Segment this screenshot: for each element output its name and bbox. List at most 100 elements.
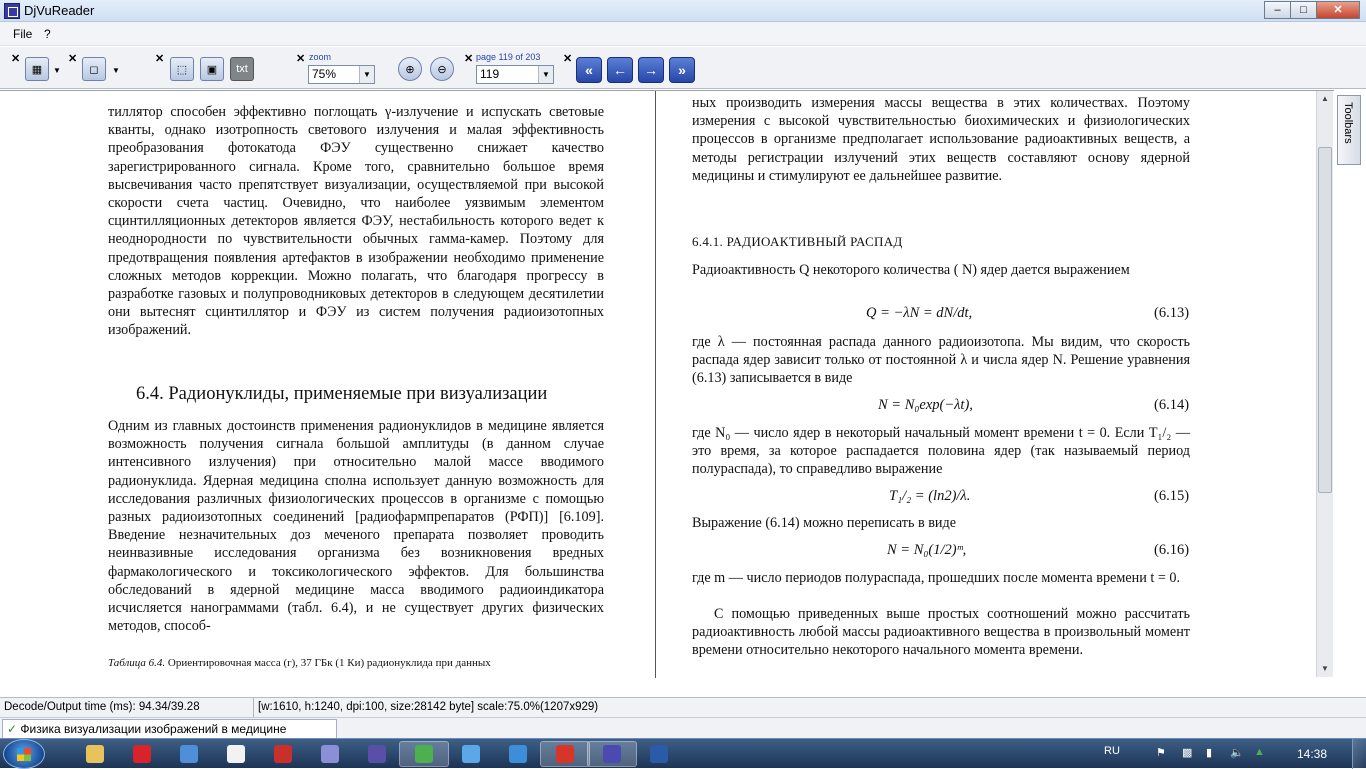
next-page-button[interactable]: → bbox=[638, 57, 664, 83]
equation-number: (6.14) bbox=[1154, 397, 1190, 413]
taskbar: RU ⚑ ▩ ▮ 🔈 ▲ 14:38 bbox=[0, 738, 1366, 769]
zoom-value: 75% bbox=[312, 67, 337, 81]
taskbar-word-icon[interactable] bbox=[634, 741, 684, 767]
minimize-button[interactable]: – bbox=[1264, 1, 1290, 19]
taskbar-editor-icon[interactable] bbox=[305, 741, 355, 767]
scroll-thumb[interactable] bbox=[1318, 147, 1332, 493]
page-icon: ◻ bbox=[89, 63, 99, 76]
network-icon[interactable]: ▩ bbox=[1182, 746, 1192, 759]
decode-time: Decode/Output time (ms): 94.34/39.28 bbox=[0, 698, 254, 717]
pdf-icon bbox=[274, 745, 292, 763]
document-view[interactable]: тиллятор способен эффективно поглощать γ… bbox=[0, 90, 1334, 678]
zoom-select[interactable]: 75% ▼ bbox=[308, 65, 375, 84]
select-image-button[interactable]: ▣ bbox=[200, 57, 224, 81]
battery-icon[interactable]: ▮ bbox=[1206, 746, 1212, 759]
chevron-down-icon[interactable]: ▼ bbox=[53, 66, 61, 75]
document-tabs: ✓ Физика визуализации изображений в меди… bbox=[0, 717, 1366, 750]
volume-icon[interactable]: 🔈 bbox=[1230, 746, 1244, 759]
double-right-icon: » bbox=[678, 62, 686, 78]
zoom-label: zoom bbox=[309, 52, 332, 62]
equation-6-15: T₁/₂ = (ln2)/λ. bbox=[889, 488, 971, 504]
prev-page-button[interactable]: ← bbox=[607, 57, 633, 83]
app-icon bbox=[4, 3, 20, 19]
word-icon bbox=[650, 745, 668, 763]
menu-file[interactable]: File bbox=[13, 27, 32, 41]
start-button[interactable] bbox=[3, 739, 45, 769]
right-para-7: С помощью приведенных выше простых соотн… bbox=[692, 606, 1190, 659]
table-caption-label: Таблица 6.4. bbox=[108, 657, 166, 669]
arrow-right-icon: → bbox=[644, 62, 658, 78]
arrow-left-icon: ← bbox=[613, 62, 627, 78]
table-caption: Таблица 6.4. Ориентировочная масса (г), … bbox=[108, 657, 604, 670]
djvureader-icon bbox=[603, 745, 621, 763]
clock[interactable]: 14:38 bbox=[1297, 747, 1327, 761]
subsection-heading: 6.4.1. РАДИОАКТИВНЫЙ РАСПАД bbox=[692, 234, 903, 249]
chevron-down-icon[interactable]: ▼ bbox=[538, 66, 553, 83]
chrome-icon bbox=[415, 745, 433, 763]
mail-icon bbox=[180, 745, 198, 763]
section-heading: 6.4. Радионуклиды, применяемые при визуа… bbox=[136, 384, 548, 404]
select-area-button[interactable]: ⬚ bbox=[170, 57, 194, 81]
first-page-button[interactable]: « bbox=[576, 57, 602, 83]
taskbar-acrobat-icon[interactable] bbox=[540, 741, 590, 767]
explorer-icon bbox=[86, 745, 104, 763]
table-caption-text: Ориентировочная масса (г), 37 ГБк (1 Ки)… bbox=[167, 657, 491, 669]
language-indicator[interactable]: RU bbox=[1104, 745, 1120, 757]
network-icon bbox=[509, 745, 527, 763]
left-page: тиллятор способен эффективно поглощать γ… bbox=[58, 91, 656, 678]
toolbar-grip-close-icon[interactable]: ✕ bbox=[11, 52, 20, 65]
media-icon bbox=[368, 745, 386, 763]
page-view-button[interactable]: ◻ bbox=[82, 57, 106, 81]
taskbar-yandex-icon[interactable] bbox=[211, 741, 261, 767]
taskbar-pdf-icon[interactable] bbox=[258, 741, 308, 767]
flag-icon[interactable]: ⚑ bbox=[1156, 746, 1166, 759]
taskbar-djvureader-icon[interactable] bbox=[587, 741, 637, 767]
title-bar: DjVuReader – □ ✕ bbox=[0, 0, 1366, 22]
taskbar-chrome-icon[interactable] bbox=[399, 741, 449, 767]
layout-button[interactable]: ▦ bbox=[25, 57, 49, 81]
zoom-out-icon: ⊖ bbox=[437, 63, 447, 76]
taskbar-itunes-icon[interactable] bbox=[446, 741, 496, 767]
itunes-icon bbox=[462, 745, 480, 763]
toolbar-grip-close-icon[interactable]: ✕ bbox=[68, 52, 77, 65]
drive-icon[interactable]: ▲ bbox=[1254, 746, 1265, 758]
maximize-button[interactable]: □ bbox=[1290, 1, 1316, 19]
close-button[interactable]: ✕ bbox=[1316, 1, 1360, 19]
taskbar-mail-icon[interactable] bbox=[164, 741, 214, 767]
right-para-2: Радиоактивность Q некоторого количества … bbox=[692, 262, 1130, 278]
zoom-in-icon: ⊕ bbox=[405, 63, 415, 76]
chevron-down-icon[interactable]: ▼ bbox=[112, 66, 120, 75]
equation-number: (6.15) bbox=[1154, 488, 1190, 504]
taskbar-media-icon[interactable] bbox=[352, 741, 402, 767]
last-page-button[interactable]: » bbox=[669, 57, 695, 83]
equation-6-16: N = N₀(1/2)ᵐ, bbox=[887, 542, 967, 558]
page-label: page 119 of 203 bbox=[476, 52, 541, 62]
taskbar-network-icon[interactable] bbox=[493, 741, 543, 767]
show-desktop-button[interactable] bbox=[1352, 739, 1366, 769]
zoom-in-button[interactable]: ⊕ bbox=[398, 57, 422, 81]
page-select[interactable]: 119 ▼ bbox=[476, 65, 554, 84]
right-para-3: где λ — постоянная распада данного радио… bbox=[692, 334, 1190, 387]
toolbar-grip-close-icon[interactable]: ✕ bbox=[464, 52, 473, 65]
toolbar-grip-close-icon[interactable]: ✕ bbox=[155, 52, 164, 65]
scroll-up-icon[interactable]: ▲ bbox=[1317, 91, 1333, 107]
toolbar-grip-close-icon[interactable]: ✕ bbox=[296, 52, 305, 65]
vertical-scrollbar[interactable]: ▲ ▼ bbox=[1316, 91, 1333, 677]
taskbar-opera-icon[interactable] bbox=[117, 741, 167, 767]
document-tab[interactable]: ✓ Физика визуализации изображений в меди… bbox=[2, 719, 337, 750]
image-icon: ▣ bbox=[206, 63, 218, 76]
opera-icon bbox=[133, 745, 151, 763]
select-text-button[interactable]: txt bbox=[230, 57, 254, 81]
right-para-6: где m — число периодов полураспада, прош… bbox=[692, 570, 1181, 586]
layout-grid-icon: ▦ bbox=[31, 63, 43, 76]
acrobat-icon bbox=[556, 745, 574, 763]
menu-help[interactable]: ? bbox=[44, 27, 51, 41]
scroll-down-icon[interactable]: ▼ bbox=[1317, 661, 1333, 677]
page-value: 119 bbox=[480, 67, 500, 81]
chevron-down-icon[interactable]: ▼ bbox=[359, 66, 374, 83]
status-bar: Decode/Output time (ms): 94.34/39.28 [w:… bbox=[0, 697, 1366, 717]
taskbar-explorer-icon[interactable] bbox=[70, 741, 120, 767]
toolbars-panel-toggle[interactable]: Toolbars bbox=[1337, 95, 1361, 165]
toolbar-grip-close-icon[interactable]: ✕ bbox=[563, 52, 572, 65]
zoom-out-button[interactable]: ⊖ bbox=[430, 57, 454, 81]
